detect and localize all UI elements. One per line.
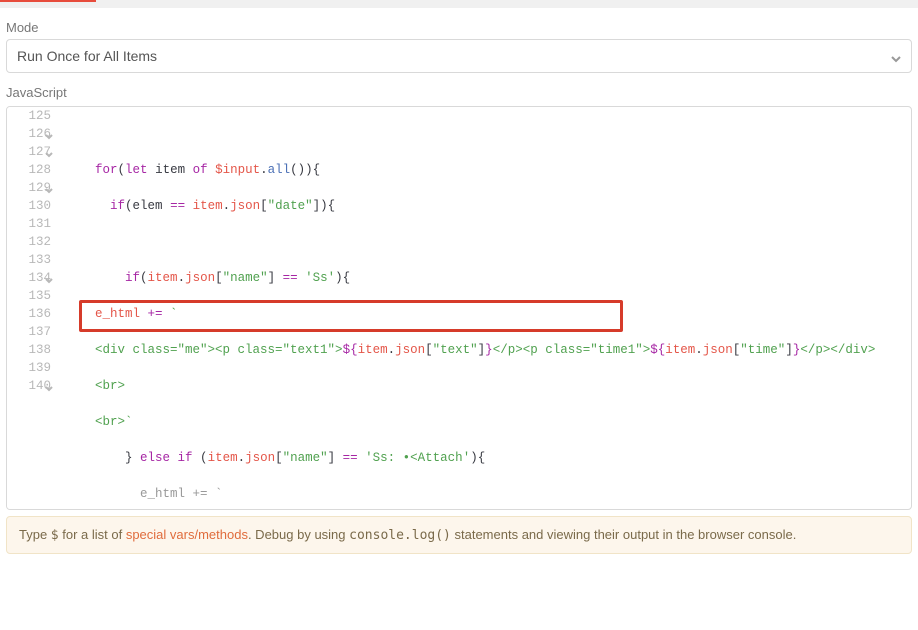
code-area[interactable]: for(let item of $input.all()){ if(elem =…: [57, 107, 911, 510]
chevron-down-icon: [891, 51, 901, 61]
mode-label: Mode: [6, 20, 918, 35]
code-line: <br>`: [65, 413, 911, 431]
code-line: [65, 125, 911, 143]
code-line: } else if (item.json["name"] == 'Ss: •<A…: [65, 449, 911, 467]
code-line: e_html += `: [65, 305, 911, 323]
code-line: if(elem == item.json["date"]){: [65, 197, 911, 215]
code-editor[interactable]: 1251261271281291301311321331341351361371…: [6, 106, 912, 510]
special-vars-link[interactable]: special vars/methods: [126, 527, 248, 542]
fold-chevron-icon[interactable]: [45, 381, 53, 389]
code-line: [65, 233, 911, 251]
fold-chevron-icon[interactable]: [45, 183, 53, 191]
fold-chevron-icon[interactable]: [45, 147, 53, 155]
code-line: <div class="me"><p class="text1">${item.…: [65, 341, 911, 359]
fold-chevron-icon[interactable]: [45, 129, 53, 137]
code-line: for(let item of $input.all()){: [65, 161, 911, 179]
line-number-gutter: 1251261271281291301311321331341351361371…: [7, 107, 57, 510]
mode-selected-value: Run Once for All Items: [17, 48, 157, 64]
mode-select[interactable]: Run Once for All Items: [6, 39, 912, 73]
code-line: if(item.json["name"] == 'Ss'){: [65, 269, 911, 287]
tab-indicator: [0, 0, 918, 8]
javascript-label: JavaScript: [6, 85, 918, 100]
hint-bar: Type $ for a list of special vars/method…: [6, 516, 912, 554]
code-line: e_html += `: [65, 485, 911, 503]
code-line: <br>: [65, 377, 911, 395]
fold-chevron-icon[interactable]: [45, 273, 53, 281]
